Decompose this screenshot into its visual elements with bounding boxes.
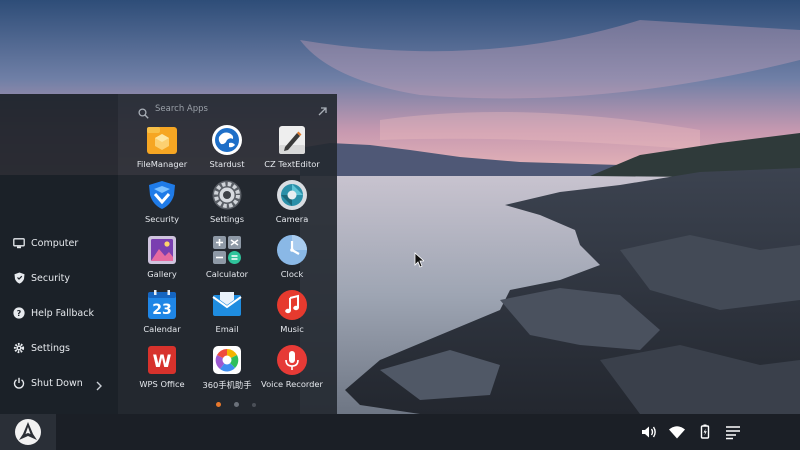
- app-voice-recorder[interactable]: Voice Recorder: [259, 345, 325, 395]
- camera-icon: [277, 180, 307, 210]
- search-input[interactable]: [155, 104, 305, 114]
- file-manager-icon: [147, 125, 177, 155]
- page-dot-2[interactable]: [234, 402, 239, 407]
- page-dot-1[interactable]: [216, 402, 221, 407]
- sidebar-item-label: Shut Down: [31, 377, 83, 389]
- gear-icon: [13, 342, 25, 354]
- calendar-icon: 23: [147, 290, 177, 320]
- clock-icon: [277, 235, 307, 265]
- app-label: Voice Recorder: [261, 379, 323, 389]
- app-cz-texteditor[interactable]: CZ TextEditor: [259, 125, 325, 175]
- voice-recorder-icon: [277, 345, 307, 375]
- start-menu-sidebar: Computer Security ? Help Fallback Settin…: [0, 94, 118, 414]
- calculator-icon: [212, 235, 242, 265]
- app-clock[interactable]: Clock: [259, 235, 325, 285]
- notifications-icon[interactable]: [724, 423, 742, 441]
- text-editor-icon: [277, 125, 307, 155]
- app-search-bar[interactable]: [138, 101, 328, 119]
- wps-letter: W: [153, 352, 172, 372]
- stardust-icon: [212, 125, 242, 155]
- music-icon: [277, 290, 307, 320]
- start-launcher-button[interactable]: [0, 414, 56, 450]
- calendar-day-number: 23: [152, 302, 171, 318]
- app-label: CZ TextEditor: [264, 159, 320, 169]
- app-label: Clock: [280, 269, 304, 279]
- security-app-icon: [147, 180, 177, 210]
- sidebar-item-label: Security: [31, 272, 71, 284]
- sidebar-item-label: Settings: [31, 342, 70, 354]
- sidebar-item-settings[interactable]: Settings: [0, 334, 118, 362]
- battery-icon[interactable]: [696, 423, 714, 441]
- gallery-icon: [147, 235, 177, 265]
- volume-icon[interactable]: [640, 423, 658, 441]
- sidebar-item-computer[interactable]: Computer: [0, 229, 118, 257]
- app-camera[interactable]: Camera: [259, 180, 325, 230]
- help-icon: ?: [13, 307, 25, 319]
- app-label: Camera: [275, 214, 309, 224]
- svg-text:?: ?: [17, 309, 22, 318]
- start-menu-apps-panel: FileManager Stardust CZ TextEditor Secur…: [118, 94, 337, 414]
- page-dot-3[interactable]: [252, 402, 256, 407]
- wifi-icon[interactable]: [668, 423, 686, 441]
- sidebar-item-security[interactable]: Security: [0, 264, 118, 292]
- chevron-right-icon[interactable]: [94, 377, 104, 391]
- settings-app-icon: [212, 180, 242, 210]
- monitor-icon: [13, 237, 25, 249]
- shield-icon: [13, 272, 25, 284]
- power-icon: [13, 377, 25, 389]
- mouse-cursor-icon: [414, 252, 426, 268]
- app-label: Music: [280, 324, 304, 334]
- page-indicator: [118, 399, 337, 409]
- sidebar-item-shut-down[interactable]: Shut Down: [0, 369, 118, 397]
- sidebar-item-label: Help Fallback: [31, 307, 94, 319]
- wps-office-icon: W: [147, 345, 177, 375]
- expand-arrow-icon[interactable]: [317, 102, 328, 116]
- sidebar-item-help-fallback[interactable]: ? Help Fallback: [0, 299, 118, 327]
- 360-assistant-icon: [212, 345, 242, 375]
- email-icon: [212, 290, 242, 320]
- search-icon: [138, 104, 149, 119]
- app-music[interactable]: Music: [259, 290, 325, 340]
- sidebar-item-label: Computer: [31, 237, 79, 249]
- os-logo-icon: [15, 419, 41, 445]
- taskbar: [0, 414, 800, 450]
